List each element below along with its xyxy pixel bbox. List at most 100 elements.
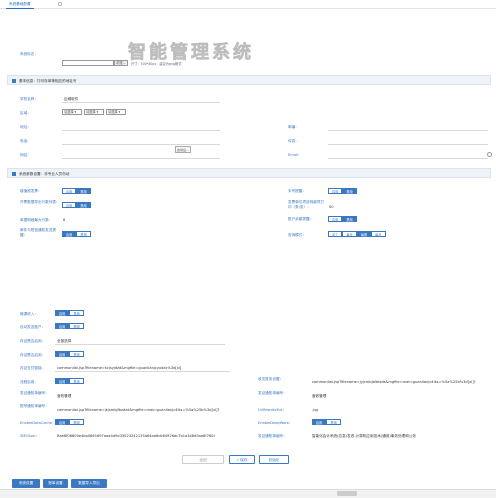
logo-file-input[interactable]	[62, 60, 114, 66]
section-system-params: 系统参数设置：非专业人员勿动	[7, 168, 491, 178]
row1-left-toggle[interactable]: 启用 禁用	[62, 188, 91, 194]
postcode-input[interactable]	[328, 130, 488, 131]
r1-label: 微课收入：	[20, 312, 38, 316]
footer-bill-settings-button[interactable]: 账单设置	[43, 479, 68, 488]
info-icon	[12, 79, 16, 83]
r6-right-value[interactable]: commonlist.jsp?filename=jyjcmbjsfbtzds&m…	[312, 380, 492, 384]
r6-left-toggle[interactable]: 启用 禁用	[55, 378, 84, 384]
row4-left-label: 邮件与短信通知发送提醒：	[20, 228, 56, 237]
r5-underline	[55, 371, 230, 372]
browse-button[interactable]: 浏览...	[114, 60, 128, 66]
r4-toggle[interactable]: 启用 禁用	[55, 351, 84, 357]
disable-option[interactable]: 禁用	[69, 310, 84, 316]
r10-right-value[interactable]: 智能化会计系统(应急)发改-计算机应用技术(通用)事务处理和公务	[312, 434, 492, 439]
address-input[interactable]	[62, 130, 220, 131]
city-select-value: 请选择	[86, 110, 96, 114]
r8-left-value[interactable]: commonlist.jsp?filename=jkjsmbjfbzdzd&mg…	[57, 408, 219, 412]
enable-option[interactable]: 启用	[328, 188, 343, 194]
row2-right-value[interactable]: 50	[329, 205, 334, 209]
query-mode-toggle[interactable]: 手工 每天 每周 每月	[328, 231, 386, 237]
r5-value[interactable]: commonlist.jsp?filename=kcjsyjdzd&mgfile…	[57, 366, 181, 370]
row1-right-toggle[interactable]: 启用 禁用	[328, 188, 357, 194]
mode-weekly[interactable]: 每周	[356, 231, 372, 237]
enable-option[interactable]: 启用	[55, 323, 70, 329]
phone-input[interactable]	[62, 144, 220, 145]
disable-option[interactable]: 禁用	[69, 419, 84, 425]
footer-system-settings-button[interactable]: 系统设置	[12, 479, 40, 488]
scrollbar-thumb[interactable]	[337, 491, 357, 496]
tooltip: 启动后...	[175, 146, 191, 153]
website-input[interactable]	[62, 158, 220, 159]
disable-option[interactable]: 禁用	[342, 188, 357, 194]
mode-monthly[interactable]: 每月	[371, 231, 386, 237]
enable-option[interactable]: 启用	[312, 419, 327, 425]
disable-option[interactable]: 禁用	[69, 378, 84, 384]
footer-import-export-button[interactable]: 数据导入导出	[71, 479, 107, 488]
mode-daily[interactable]: 每天	[342, 231, 357, 237]
email-help-icon[interactable]	[487, 152, 492, 157]
r7-right-value[interactable]: 营收管理	[312, 394, 326, 399]
r8-right-value[interactable]: .jsp	[312, 408, 318, 412]
r2-label: 自动发送账户：	[20, 325, 46, 329]
website-label: 网站：	[20, 153, 31, 157]
row4-right-label: 查询模式：	[288, 233, 306, 237]
enable-option[interactable]: 启用	[62, 188, 77, 194]
tab-system-config[interactable]: 系统基础配置	[6, 1, 34, 9]
enable-option[interactable]: 启用	[62, 231, 77, 237]
mode-manual[interactable]: 手工	[328, 231, 343, 237]
r10-left-value[interactable]: Bae8f06800e4ba0861697aaa4d9d33023242135a…	[57, 434, 247, 438]
r4-label: 存证是否启用：	[20, 353, 46, 357]
region-district-select[interactable]: 请选择 ▾	[106, 109, 126, 115]
enable-option[interactable]: 启用	[55, 310, 70, 316]
row3-right-toggle[interactable]: 启用 禁用	[328, 216, 357, 222]
email-input[interactable]	[328, 158, 488, 159]
school-name-underline	[62, 102, 220, 103]
disable-option[interactable]: 禁用	[69, 323, 84, 329]
tab-bar: 系统基础配置	[0, 0, 496, 9]
row2-left-label: 开票数据导出行数列表：	[20, 200, 60, 204]
r9-right-toggle[interactable]: 启用 禁用	[312, 419, 341, 425]
r9-left-toggle[interactable]: 启用 禁用	[55, 419, 84, 425]
fax-input[interactable]	[328, 144, 488, 145]
row3-left-value[interactable]: 6	[63, 218, 65, 222]
logo-watermark: 智能管理系统	[128, 42, 254, 64]
r6-left-label: 流程启用：	[20, 380, 38, 384]
r5-label: 存证支付链接：	[20, 366, 46, 370]
region-province-select[interactable]: 请选择 ▾	[62, 109, 82, 115]
tab-close-icon[interactable]	[58, 2, 62, 6]
reset-button[interactable]: 初始化	[259, 455, 289, 464]
enable-option[interactable]: 启用	[328, 216, 343, 222]
logo-label: 系统标志：	[20, 52, 38, 56]
row4-left-toggle[interactable]: 启用 禁用	[62, 231, 91, 237]
r7-left-value[interactable]: 营收管理	[57, 394, 71, 399]
enable-option[interactable]: 启用	[55, 351, 70, 357]
disable-option[interactable]: 禁用	[69, 351, 84, 357]
province-select-value: 请选择	[64, 110, 74, 114]
enable-option[interactable]: 启用	[62, 202, 77, 208]
disable-option[interactable]: 禁用	[76, 188, 91, 194]
save-button[interactable]: √ 保存	[229, 455, 255, 464]
disable-option[interactable]: 禁用	[76, 231, 91, 237]
district-select-value: 请选择	[108, 110, 118, 114]
r2-toggle[interactable]: 启用 禁用	[55, 323, 84, 329]
r3-underline	[55, 344, 225, 345]
row1-left-label: 增值税发票：	[20, 189, 42, 193]
r9-left-label: EnableDataCache：	[20, 421, 56, 425]
phone-label: 电话：	[20, 139, 31, 143]
r9-right-label: EnableDeepWare：	[258, 421, 293, 425]
postcode-label: 邮编：	[288, 125, 299, 129]
region-city-select[interactable]: 请选择 ▾	[84, 109, 104, 115]
region-label: 区域：	[20, 111, 31, 115]
disable-option[interactable]: 禁用	[326, 419, 341, 425]
r1-toggle[interactable]: 启用 禁用	[55, 310, 84, 316]
section-params-title: 系统参数设置：非专业人员勿动	[19, 172, 70, 176]
row2-right-label: 发票单位项目明细项打印（条/张）：	[288, 200, 324, 209]
row2-left-toggle[interactable]: 启用 禁用	[62, 202, 91, 208]
back-button[interactable]: 返回	[182, 455, 224, 464]
enable-option[interactable]: 启用	[55, 378, 70, 384]
row1-right-label: 未号提醒：	[288, 189, 306, 193]
enable-option[interactable]: 启用	[55, 419, 70, 425]
disable-option[interactable]: 禁用	[76, 202, 91, 208]
disable-option[interactable]: 禁用	[342, 216, 357, 222]
horizontal-scrollbar[interactable]	[0, 489, 496, 498]
